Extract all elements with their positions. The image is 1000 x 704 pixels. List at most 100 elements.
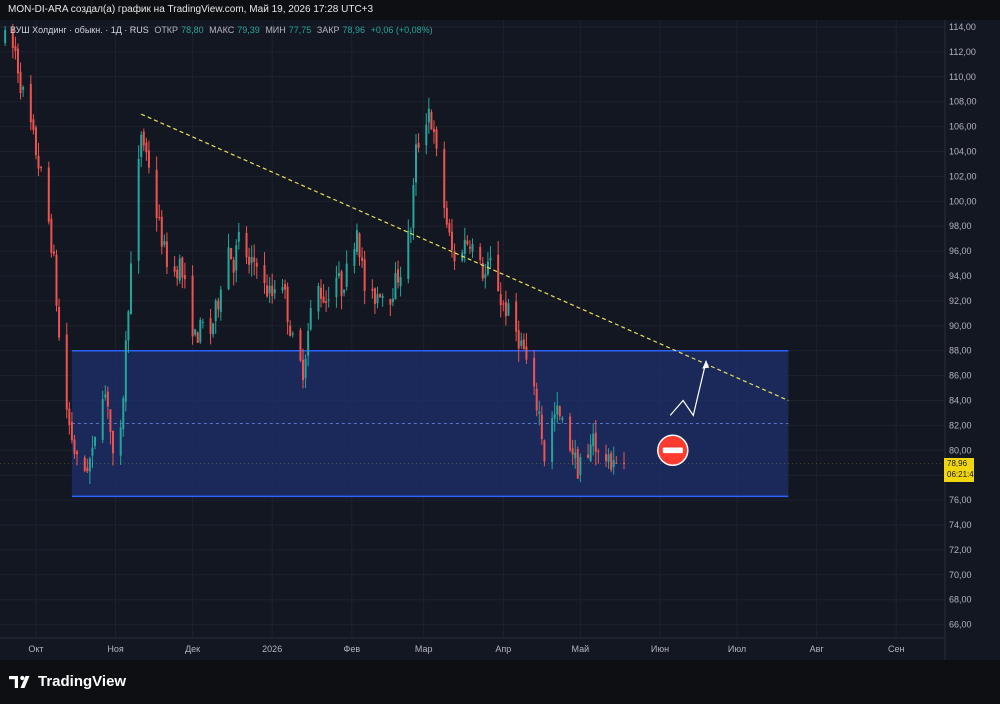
y-tick-label: 100,00 bbox=[949, 196, 977, 206]
candle-body bbox=[214, 300, 217, 322]
candle-body bbox=[363, 259, 366, 291]
candle-body bbox=[212, 323, 215, 335]
candle-body bbox=[237, 231, 240, 242]
symbol-legend: ВУШ Холдинг · обыкн. · 1Д · RUS ОТКР 78,8… bbox=[10, 25, 436, 35]
candle-body bbox=[373, 288, 376, 305]
x-tick-label: Апр bbox=[495, 644, 511, 654]
candle-body bbox=[299, 330, 302, 361]
candle-body bbox=[479, 246, 482, 261]
y-tick-label: 90,00 bbox=[949, 321, 972, 331]
range-zone[interactable] bbox=[71, 349, 789, 498]
candle-body bbox=[376, 294, 379, 304]
price-chart[interactable]: 66,0068,0070,0072,0074,0076,0078,0080,00… bbox=[0, 20, 1000, 660]
candle-body bbox=[522, 339, 525, 350]
tradingview-logo[interactable]: TradingView bbox=[9, 673, 126, 690]
candle-body bbox=[65, 334, 68, 410]
candle-body bbox=[209, 318, 212, 334]
candle-body bbox=[183, 275, 186, 280]
candle-body bbox=[361, 257, 364, 261]
candle-body bbox=[502, 303, 505, 305]
candle-body bbox=[16, 48, 19, 74]
candle-body bbox=[122, 398, 125, 430]
legend-high-value: 79,39 bbox=[237, 25, 260, 35]
candle-body bbox=[607, 454, 610, 462]
candle-body bbox=[289, 325, 292, 337]
candle-body bbox=[445, 207, 448, 225]
candle-body bbox=[86, 467, 89, 472]
legend-open-label: ОТКР bbox=[154, 25, 179, 35]
y-tick-label: 70,00 bbox=[949, 570, 972, 580]
candle-body bbox=[427, 108, 430, 123]
candle-body bbox=[574, 452, 577, 459]
candle-body bbox=[101, 399, 104, 440]
candle-body bbox=[147, 150, 150, 168]
y-tick-label: 102,00 bbox=[949, 171, 977, 181]
y-tick-label: 96,00 bbox=[949, 246, 972, 256]
candle-body bbox=[181, 257, 184, 278]
chart-background bbox=[0, 20, 1000, 660]
y-tick-label: 92,00 bbox=[949, 296, 972, 306]
candle-body bbox=[127, 311, 130, 341]
candle-body bbox=[507, 303, 510, 316]
candle-body bbox=[47, 167, 50, 222]
candle-body bbox=[379, 294, 382, 297]
candle-body bbox=[302, 359, 305, 381]
candle-body bbox=[571, 448, 574, 455]
candle-body bbox=[340, 271, 343, 297]
chart-header: MON-DI-ARA создал(а) график на TradingVi… bbox=[0, 0, 1000, 20]
candle-body bbox=[533, 357, 536, 387]
candle-body bbox=[468, 246, 471, 249]
candle-body bbox=[255, 262, 258, 267]
candle-body bbox=[232, 260, 235, 273]
candle-body bbox=[73, 439, 76, 454]
candle-body bbox=[291, 333, 294, 335]
candle-body bbox=[543, 440, 546, 462]
candle-body bbox=[443, 148, 446, 209]
candle-body bbox=[399, 277, 402, 287]
candle-body bbox=[553, 414, 556, 419]
chart-area[interactable]: 66,0068,0070,0072,0074,0076,0078,0080,00… bbox=[0, 20, 1000, 660]
candle-body bbox=[19, 71, 22, 94]
candle-body bbox=[538, 411, 541, 414]
candle-body bbox=[517, 330, 520, 349]
header-title: MON-DI-ARA создал(а) график на TradingVi… bbox=[8, 4, 374, 15]
legend-open-value: 78,80 bbox=[181, 25, 204, 35]
y-tick-label: 76,00 bbox=[949, 495, 972, 505]
candle-body bbox=[409, 230, 412, 232]
candle-body bbox=[22, 87, 25, 90]
candle-body bbox=[397, 269, 400, 283]
candle-body bbox=[448, 223, 451, 233]
candle-body bbox=[109, 409, 112, 432]
candle-body bbox=[371, 288, 374, 291]
candle-body bbox=[319, 287, 322, 299]
candle-body bbox=[597, 450, 600, 452]
candle-body bbox=[253, 257, 256, 262]
candle-body bbox=[355, 230, 358, 252]
candle-body bbox=[515, 301, 518, 332]
x-tick-label: Июл bbox=[728, 644, 746, 654]
candle-body bbox=[111, 430, 114, 454]
candle-body bbox=[271, 285, 274, 296]
y-tick-label: 66,00 bbox=[949, 620, 972, 630]
y-tick-label: 108,00 bbox=[949, 97, 977, 107]
candle-body bbox=[579, 457, 582, 475]
candle-body bbox=[4, 30, 7, 44]
legend-symbol[interactable]: ВУШ Холдинг · обыкн. · 1Д · RUS bbox=[10, 25, 149, 35]
candle-body bbox=[587, 454, 590, 459]
candle-body bbox=[106, 391, 109, 407]
candle-body bbox=[558, 406, 561, 417]
candle-body bbox=[248, 256, 251, 265]
candle-body bbox=[391, 298, 394, 302]
x-tick-label: Авг bbox=[810, 644, 825, 654]
candle-body bbox=[58, 307, 61, 338]
y-tick-label: 98,00 bbox=[949, 221, 972, 231]
candle-body bbox=[576, 448, 579, 479]
x-tick-label: Ноя bbox=[107, 644, 124, 654]
candle-body bbox=[199, 319, 202, 343]
candle-body bbox=[417, 143, 420, 149]
x-tick-label: Июн bbox=[651, 644, 669, 654]
legend-change: +0,06 (+0,08%) bbox=[370, 25, 433, 35]
candle-body bbox=[40, 166, 43, 168]
candle-body bbox=[268, 285, 271, 294]
candle-body bbox=[34, 127, 37, 156]
